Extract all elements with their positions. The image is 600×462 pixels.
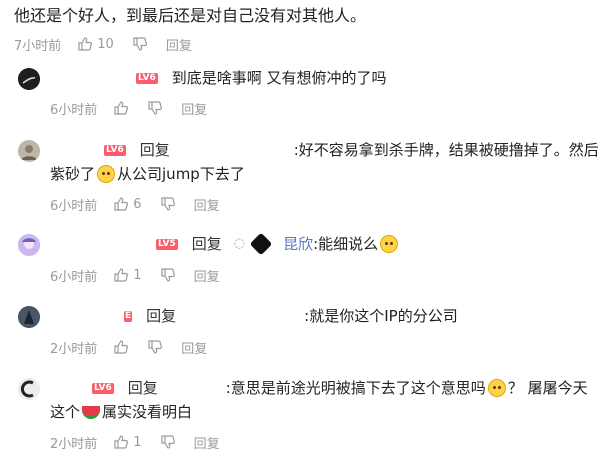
reply-text: ？ 屠屠今天 <box>507 379 588 397</box>
reply-line: LV5 回复 ◌ 昆欣 :能细说么 <box>156 232 400 256</box>
avatar[interactable] <box>18 234 40 256</box>
reply-button[interactable]: 回复 <box>181 338 207 357</box>
reply-button[interactable]: 回复 <box>181 99 207 118</box>
thumbs-up-icon <box>114 435 129 449</box>
thumbs-down-icon <box>160 268 175 282</box>
reply-button[interactable]: 回复 <box>194 195 220 214</box>
thumbs-down-icon <box>148 101 163 115</box>
reply-to-label: 回复 <box>139 141 170 159</box>
sweat-smile-emoji-icon <box>487 379 506 397</box>
reply-text: :就是你这个IP的分公司 <box>304 307 458 325</box>
like-button[interactable]: 6 <box>113 196 142 212</box>
avatar[interactable] <box>18 140 40 162</box>
dislike-button[interactable] <box>160 196 176 212</box>
reply-meta: 6小时前 回复 <box>50 98 207 118</box>
reply-text: :意思是前途光明被搞下去了这个意思吗 <box>225 379 486 397</box>
reply-line: LV6 到底是啥事啊 又有想俯冲的了吗 <box>136 67 387 89</box>
grin-emoji-icon <box>380 235 399 253</box>
redacted-username <box>175 142 294 158</box>
reply-text: :好不容易拿到杀手牌，结果被硬撸掉了。然后 <box>293 141 599 159</box>
like-button[interactable]: 1 <box>113 434 142 450</box>
like-button[interactable]: 10 <box>77 36 114 52</box>
reply-text: 这个 <box>50 403 81 421</box>
like-button[interactable] <box>113 100 129 116</box>
dislike-button[interactable] <box>147 339 163 355</box>
level-badge: LV6 <box>104 144 126 156</box>
thumbs-up-icon <box>114 268 129 282</box>
comment-time: 6小时前 <box>50 269 98 285</box>
avatar[interactable] <box>18 378 40 400</box>
thumbs-up-icon <box>78 37 93 51</box>
thumbs-down-icon <box>133 37 147 51</box>
redacted-username <box>182 308 305 324</box>
reply-meta: 6小时前 1 回复 <box>50 265 220 285</box>
level-badge: LV6 <box>136 72 158 84</box>
like-button[interactable]: 1 <box>113 267 142 283</box>
reply-text: 从公司jump下去了 <box>117 165 245 183</box>
reply-line-continued: 紫砂了 从公司jump下去了 <box>50 163 245 185</box>
level-badge: E <box>124 310 133 322</box>
reply-text: :能细说么 <box>313 235 379 253</box>
comment-time: 6小时前 <box>50 198 98 214</box>
dislike-button[interactable] <box>132 36 148 52</box>
reply-to-label: 回复 <box>146 307 177 325</box>
reply-meta: 2小时前 1 回复 <box>50 432 220 452</box>
reply-line: LV6 回复 :意思是前途光明被搞下去了这个意思吗 ？ 屠屠今天 <box>92 377 588 399</box>
reply-button[interactable]: 回复 <box>194 433 220 452</box>
dislike-button[interactable] <box>147 100 163 116</box>
reply-target-name[interactable]: 昆欣 <box>283 233 313 255</box>
reply-button[interactable]: 回复 <box>194 266 220 285</box>
comment-time: 2小时前 <box>50 436 98 452</box>
redaction-mark <box>249 232 273 256</box>
reply-text: 紫砂了 <box>50 165 96 183</box>
comment-thread: 他还是个好人，到最后还是对自己没有对其他人。 7小时前 10 回复 LV6 到底… <box>0 0 600 462</box>
watermelon-emoji-icon <box>82 405 101 419</box>
dislike-button[interactable] <box>160 267 176 283</box>
reply-meta: 6小时前 6 回复 <box>50 194 220 214</box>
thumbs-up-icon <box>114 340 129 354</box>
reply-text: 到底是啥事啊 又有想俯冲的了吗 <box>171 69 387 87</box>
like-count: 6 <box>133 196 142 212</box>
avatar[interactable] <box>18 306 40 328</box>
like-button[interactable] <box>113 339 129 355</box>
comment-time: 7小时前 <box>14 38 62 54</box>
reply-to-label: 回复 <box>191 235 222 253</box>
top-comment-text: 他还是个好人，到最后还是对自己没有对其他人。 <box>14 6 367 25</box>
comment-time: 2小时前 <box>50 341 98 357</box>
thumbs-up-icon <box>114 197 129 211</box>
decoration-icon: ◌ <box>233 236 246 251</box>
redacted-username <box>163 380 226 396</box>
like-count: 10 <box>97 36 114 52</box>
like-count: 1 <box>133 267 142 283</box>
reply-to-label: 回复 <box>127 379 158 397</box>
reply-text: 属实没看明白 <box>102 403 193 421</box>
sweat-smile-emoji-icon <box>97 165 116 183</box>
like-count: 1 <box>133 434 142 450</box>
redacted-username <box>275 236 284 252</box>
level-badge: LV6 <box>92 382 114 394</box>
reply-line: E 回复 :就是你这个IP的分公司 <box>124 305 458 327</box>
thumbs-down-icon <box>160 197 175 211</box>
level-badge: LV5 <box>156 238 178 250</box>
avatar[interactable] <box>18 68 40 90</box>
thumbs-up-icon <box>114 101 129 115</box>
reply-line: LV6 回复 :好不容易拿到杀手牌，结果被硬撸掉了。然后 <box>104 139 599 161</box>
thumbs-down-icon <box>148 340 163 354</box>
reply-line-continued: 这个 属实没看明白 <box>50 401 192 423</box>
dislike-button[interactable] <box>160 434 176 450</box>
reply-meta: 2小时前 回复 <box>50 337 207 357</box>
comment-time: 6小时前 <box>50 102 98 118</box>
reply-button[interactable]: 回复 <box>166 35 192 54</box>
thumbs-down-icon <box>160 435 175 449</box>
top-comment-meta: 7小时前 10 回复 <box>14 34 192 54</box>
